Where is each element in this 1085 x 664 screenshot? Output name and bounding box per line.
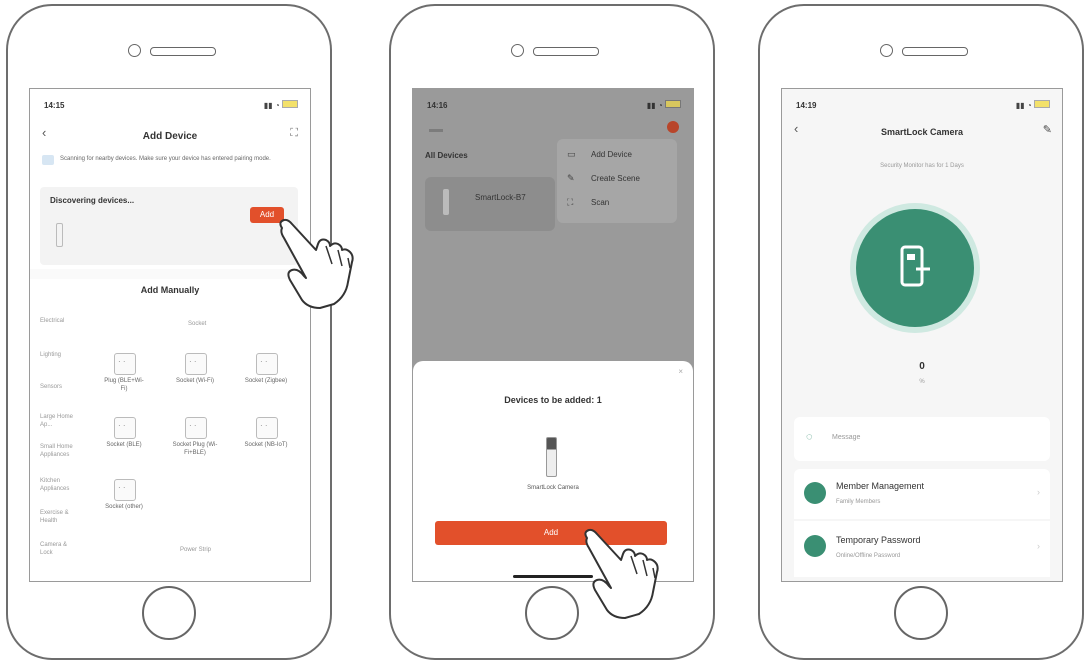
- chevron-right-icon: ›: [1037, 487, 1040, 497]
- home-button[interactable]: [894, 586, 948, 640]
- phone-frame-3: 14:19 ▮▮ ◔ ‹ SmartLock Camera ✎ Security…: [758, 4, 1084, 660]
- device-tile-icon[interactable]: [185, 417, 207, 439]
- message-icon: ◌: [806, 431, 813, 443]
- item-subtitle: Online/Offline Password: [836, 553, 901, 559]
- close-icon[interactable]: ×: [678, 367, 683, 376]
- device-tile-label: Plug (BLE+Wi-Fi): [104, 378, 144, 392]
- earpiece-speaker: [902, 47, 968, 56]
- device-tile-label: Socket (Zigbee): [244, 378, 288, 384]
- category-item[interactable]: Exercise & Health: [40, 509, 80, 525]
- status-time: 14:19: [796, 101, 817, 110]
- status-time: 14:15: [44, 101, 65, 110]
- smart-lock-icon: [443, 189, 449, 215]
- section-label-socket: Socket: [188, 321, 207, 327]
- plus-icon[interactable]: [667, 121, 679, 133]
- front-camera: [128, 44, 141, 57]
- device-tile-label: Socket (Wi-Fi): [176, 378, 214, 384]
- device-tile-icon[interactable]: [114, 417, 136, 439]
- device-tile-label: Socket (NB-IoT): [244, 442, 288, 448]
- phone-frame-1: 14:15 ▮▮ ◔ ‹ Add Device ⛶ Scanning for n…: [6, 4, 354, 660]
- smart-lock-icon: [546, 437, 557, 477]
- scan-info-text: Scanning for nearby devices. Make sure y…: [60, 156, 271, 162]
- category-item[interactable]: Large Home Ap...: [40, 413, 80, 429]
- add-device-screen: 14:15 ▮▮ ◔ ‹ Add Device ⛶ Scanning for n…: [29, 88, 311, 582]
- status-icons: ▮▮ ◔: [264, 100, 298, 110]
- device-tile-label: Socket (BLE): [106, 442, 142, 448]
- device-tile-icon[interactable]: [256, 353, 278, 375]
- device-tile-label: Socket (other): [105, 504, 143, 510]
- category-item[interactable]: Electrical: [40, 317, 80, 325]
- sheet-device-name: SmartLock Camera: [527, 485, 579, 491]
- phone-frame-2: 14:16 ▮▮ ◔ All Devices SmartLock-B7 ▭ Ad…: [389, 4, 715, 660]
- edit-icon[interactable]: ✎: [1043, 123, 1052, 136]
- remain-text: Security Monitor has for 1 Days: [880, 163, 964, 169]
- home-name-placeholder: [429, 129, 443, 132]
- monitor-icon: ▭: [567, 149, 576, 159]
- chevron-right-icon: ›: [1037, 541, 1040, 551]
- menu-item-scan[interactable]: Scan: [591, 198, 609, 207]
- earpiece-speaker: [150, 47, 216, 56]
- category-item[interactable]: Sensors: [40, 383, 80, 391]
- home-add-screen: 14:16 ▮▮ ◔ All Devices SmartLock-B7 ▭ Ad…: [412, 88, 694, 582]
- divider: [30, 269, 310, 279]
- member-icon: [804, 482, 826, 504]
- device-tile-icon[interactable]: [114, 353, 136, 375]
- section-label-power-strip: Power Strip: [180, 547, 212, 553]
- message-label: Message: [832, 434, 861, 441]
- pointing-hand-icon: [584, 528, 659, 619]
- info-icon: [42, 155, 54, 165]
- add-menu-popover: ▭ Add Device ✎ Create Scene ⛶ Scan: [557, 139, 677, 223]
- status-time: 14:16: [427, 101, 448, 110]
- page-title: Add Device: [142, 131, 198, 142]
- page-title: SmartLock Camera: [880, 127, 964, 137]
- device-tile-icon[interactable]: [114, 479, 136, 501]
- device-tile-icon[interactable]: [185, 353, 207, 375]
- home-button[interactable]: [142, 586, 196, 640]
- password-icon: [804, 535, 826, 557]
- scan-icon[interactable]: ⛶: [290, 127, 298, 140]
- all-devices-label: All Devices: [425, 151, 468, 160]
- edit-icon: ✎: [567, 173, 575, 183]
- message-row[interactable]: ◌ Message: [794, 417, 1050, 461]
- category-item[interactable]: Camera & Lock: [40, 541, 80, 557]
- category-item[interactable]: Lighting: [40, 351, 80, 359]
- device-name: SmartLock-B7: [475, 193, 526, 202]
- discovering-card: Discovering devices... Add: [40, 187, 298, 265]
- earpiece-speaker: [533, 47, 599, 56]
- door-lock-icon: [900, 245, 930, 287]
- pointing-hand-icon: [279, 218, 354, 309]
- smartlock-camera-screen: 14:19 ▮▮ ◔ ‹ SmartLock Camera ✎ Security…: [781, 88, 1063, 582]
- menu-item-add-device[interactable]: Add Device: [591, 150, 632, 159]
- scan-icon: ⛶: [567, 197, 574, 207]
- sheet-title: Devices to be added: 1: [504, 395, 602, 405]
- category-item[interactable]: Small Home Appliances: [40, 443, 80, 459]
- device-card[interactable]: SmartLock-B7: [425, 177, 555, 231]
- battery-value: 0: [919, 361, 925, 372]
- member-management-row[interactable]: Member Management Family Members ›: [794, 469, 1050, 519]
- temporary-password-row[interactable]: Temporary Password Online/Offline Passwo…: [794, 521, 1050, 577]
- front-camera: [511, 44, 524, 57]
- status-icons: ▮▮ ◔: [1016, 100, 1050, 110]
- smart-lock-icon: [56, 223, 63, 247]
- category-item[interactable]: Kitchen Appliances: [40, 477, 80, 493]
- discovering-label: Discovering devices...: [50, 196, 135, 205]
- device-tile-icon[interactable]: [256, 417, 278, 439]
- item-subtitle: Family Members: [836, 499, 881, 505]
- add-manually-heading: Add Manually: [140, 285, 200, 295]
- front-camera: [880, 44, 893, 57]
- status-icons: ▮▮ ◔: [647, 100, 681, 110]
- device-tile-label: Socket Plug (Wi-Fi+BLE): [172, 442, 218, 456]
- item-title: Member Management: [836, 481, 925, 491]
- menu-item-create-scene[interactable]: Create Scene: [591, 174, 640, 183]
- home-button[interactable]: [525, 586, 579, 640]
- item-title: Temporary Password: [836, 535, 921, 545]
- battery-unit: %: [919, 379, 925, 385]
- unlock-button[interactable]: [856, 209, 974, 327]
